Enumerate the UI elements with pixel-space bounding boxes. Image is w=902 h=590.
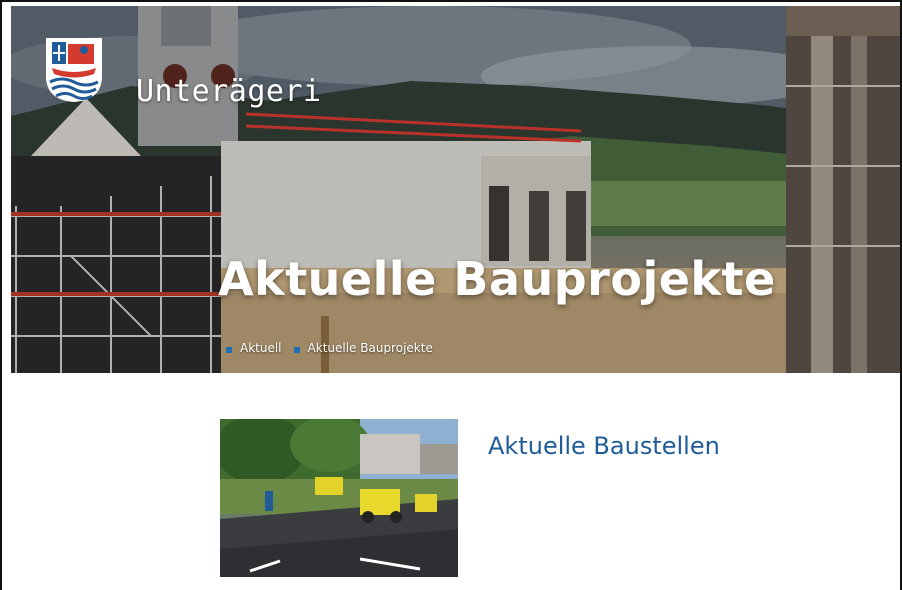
site-name[interactable]: Unterägeri <box>136 74 322 109</box>
breadcrumb-link-aktuell[interactable]: Aktuell <box>240 341 282 355</box>
teaser-title-link[interactable]: Aktuelle Baustellen <box>488 432 720 460</box>
page-title: Aktuelle Bauprojekte <box>218 252 776 306</box>
breadcrumb-item-aktuell[interactable]: Aktuell <box>226 341 282 355</box>
teaser-image-road-construction[interactable] <box>220 419 458 577</box>
breadcrumb: Aktuell Aktuelle Bauprojekte <box>226 341 445 355</box>
page-frame: Unterägeri Aktuelle Bauprojekte Aktuell … <box>0 0 902 590</box>
breadcrumb-current-label: Aktuelle Bauprojekte <box>307 341 433 355</box>
breadcrumb-bullet-icon <box>293 346 300 353</box>
breadcrumb-item-current: Aktuelle Bauprojekte <box>293 341 433 355</box>
breadcrumb-bullet-icon <box>226 346 232 353</box>
hero-banner: Unterägeri Aktuelle Bauprojekte Aktuell … <box>11 6 900 373</box>
hero-photo-construction-site <box>11 6 900 373</box>
unterageri-coat-of-arms-icon[interactable] <box>44 36 104 104</box>
